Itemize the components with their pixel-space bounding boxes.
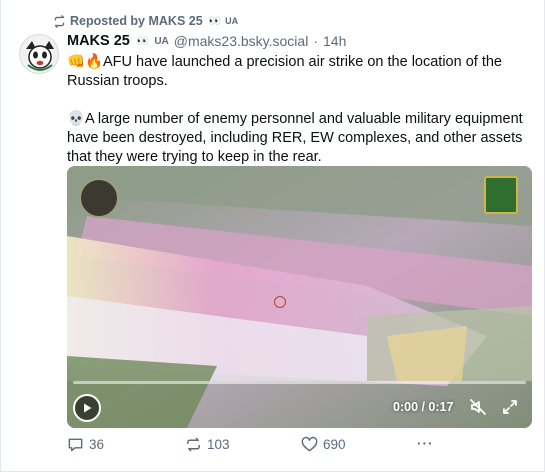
post-paragraph-1-text: AFU have launched a precision air strike… xyxy=(67,54,502,89)
repost-icon xyxy=(187,437,200,452)
post-card[interactable]: Reposted by MAKS 25 👀 UA MAKS 25 👀 UA @m… xyxy=(0,0,545,472)
reply-button[interactable]: 36 xyxy=(67,436,104,453)
video-frame xyxy=(67,166,532,428)
repost-icon xyxy=(54,14,65,28)
video-player[interactable]: 0:00 / 0:17 xyxy=(67,166,532,428)
unit-emblem-right-icon xyxy=(484,176,518,214)
repost-label: Reposted by MAKS 25 xyxy=(70,14,203,28)
video-time: 0:00 / 0:17 xyxy=(393,400,454,414)
repost-button[interactable]: 103 xyxy=(185,436,230,453)
separator: · xyxy=(313,33,318,49)
author-name[interactable]: MAKS 25 xyxy=(67,33,130,49)
post-paragraph-2: 💀A large number of enemy personnel and v… xyxy=(67,110,529,167)
author-handle[interactable]: @maks23.bsky.social xyxy=(174,33,309,49)
mute-icon[interactable] xyxy=(469,398,487,416)
like-count: 690 xyxy=(323,437,346,452)
post-actions: 36 103 690 ··· xyxy=(67,436,447,456)
post-text: 👊🔥AFU have launched a precision air stri… xyxy=(67,53,529,167)
post-paragraph-1: 👊🔥AFU have launched a precision air stri… xyxy=(67,53,529,91)
heart-icon xyxy=(301,436,318,452)
repost-count: 103 xyxy=(207,437,230,452)
fullscreen-icon[interactable] xyxy=(501,398,519,416)
post-paragraph-2-text: A large number of enemy personnel and va… xyxy=(67,111,523,165)
ua-flag: UA xyxy=(154,35,169,47)
eyes-emoji-icon: 👀 xyxy=(136,35,150,47)
reply-icon xyxy=(68,438,83,452)
fire-emoji-icon: 🔥 xyxy=(85,54,104,70)
like-button[interactable]: 690 xyxy=(301,436,346,453)
reply-count: 36 xyxy=(89,437,105,452)
eyes-emoji-icon: 👀 xyxy=(208,15,222,27)
play-icon xyxy=(84,403,92,413)
video-progress-bar[interactable] xyxy=(73,381,526,384)
more-icon: ··· xyxy=(417,436,434,451)
avatar[interactable] xyxy=(19,34,59,74)
play-button[interactable] xyxy=(73,394,101,422)
repost-indicator[interactable]: Reposted by MAKS 25 👀 UA xyxy=(53,14,238,28)
unit-emblem-left-icon xyxy=(79,178,119,218)
post-header: MAKS 25 👀 UA @maks23.bsky.social · 14h xyxy=(67,33,346,49)
ua-flag: UA xyxy=(225,16,239,26)
post-time[interactable]: 14h xyxy=(323,33,346,49)
crosshair-icon xyxy=(274,296,286,308)
skull-emoji-icon: 💀 xyxy=(67,111,86,127)
avatar-image xyxy=(20,35,58,73)
more-options-button[interactable]: ··· xyxy=(417,436,434,451)
fist-emoji-icon: 👊 xyxy=(67,54,86,70)
